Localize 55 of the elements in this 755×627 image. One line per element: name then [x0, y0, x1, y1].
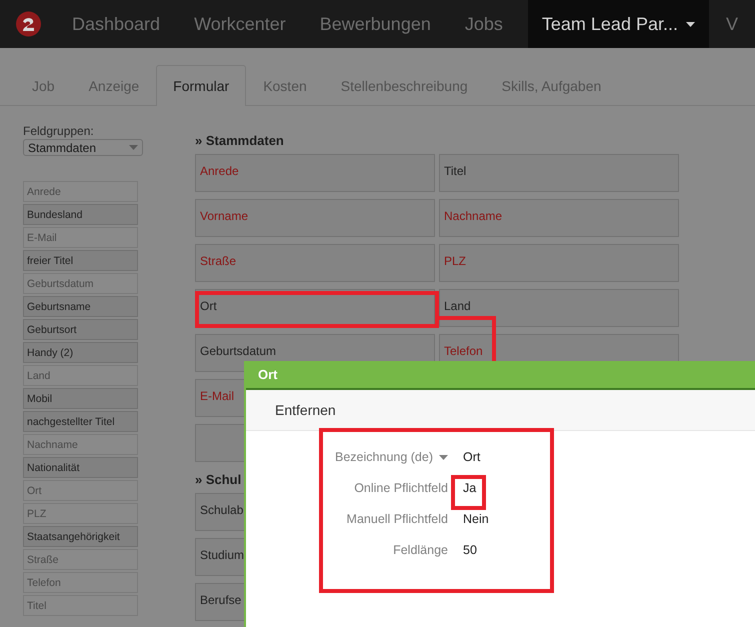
- field-chip[interactable]: Geburtsdatum: [23, 273, 138, 294]
- field-chip[interactable]: E-Mail: [23, 227, 138, 248]
- tab[interactable]: Skills, Aufgaben: [484, 65, 618, 105]
- form-field-slot[interactable]: PLZ: [439, 244, 679, 282]
- tab[interactable]: Kosten: [246, 65, 324, 105]
- caret-icon: [686, 22, 695, 26]
- field-chip[interactable]: Handy (2): [23, 342, 138, 363]
- field-chip[interactable]: Anrede: [23, 181, 138, 202]
- property-label: Online Pflichtfeld: [354, 481, 448, 495]
- tab[interactable]: Anzeige: [72, 65, 156, 105]
- field-groups-label: Feldgruppen:: [23, 124, 95, 138]
- form-field-slot[interactable]: Nachname: [439, 199, 679, 237]
- field-chip[interactable]: nachgestellter Titel: [23, 411, 138, 432]
- field-chip[interactable]: Geburtsname: [23, 296, 138, 317]
- dialog-title: Ort: [246, 361, 755, 390]
- field-group-dropdown[interactable]: Stammdaten: [23, 139, 143, 156]
- field-chip[interactable]: Geburtsort: [23, 319, 138, 340]
- nav-link[interactable]: V: [708, 0, 755, 48]
- caret-icon: [129, 145, 138, 150]
- form-field-slot[interactable]: Vorname: [195, 199, 435, 237]
- nav-link[interactable]: Workcenter: [177, 0, 303, 48]
- nav-link[interactable]: Dashboard: [55, 0, 178, 48]
- field-chip[interactable]: freier Titel: [23, 250, 138, 271]
- form-field-slot[interactable]: Anrede: [195, 154, 435, 192]
- field-chip[interactable]: Nachname: [23, 434, 138, 455]
- property-label: Feldlänge: [393, 543, 448, 557]
- caret-icon: [439, 454, 448, 460]
- property-value: Ja: [463, 481, 478, 495]
- field-chip[interactable]: PLZ: [23, 503, 138, 524]
- field-chip[interactable]: Telefon: [23, 572, 138, 593]
- property-label: Bezeichnung (de): [335, 450, 448, 464]
- tab[interactable]: Formular: [156, 65, 246, 106]
- field-chip[interactable]: Mobil: [23, 388, 138, 409]
- field-chip[interactable]: Staatsangehörigkeit: [23, 526, 138, 547]
- remove-button[interactable]: Entfernen: [275, 402, 336, 418]
- property-value: Nein: [463, 512, 490, 526]
- property-label: Manuell Pflichtfeld: [346, 512, 448, 526]
- tab[interactable]: Job: [15, 65, 72, 105]
- field-chip[interactable]: Ort: [23, 480, 138, 501]
- property-value: 50: [463, 543, 478, 557]
- form-field-slot[interactable]: Land: [439, 289, 679, 327]
- field-chip[interactable]: Straße: [23, 549, 138, 570]
- field-chip[interactable]: Bundesland: [23, 204, 138, 225]
- nav-link[interactable]: Bewerbungen: [302, 0, 448, 48]
- section-heading: » Stammdaten: [195, 133, 285, 148]
- tab[interactable]: Stellenbeschreibung: [324, 65, 485, 105]
- field-chip[interactable]: Land: [23, 365, 138, 386]
- property-value: Ort: [463, 450, 482, 464]
- form-field-slot[interactable]: Straße: [195, 244, 435, 282]
- form-field-slot[interactable]: Titel: [439, 154, 679, 192]
- field-chip[interactable]: Nationalität: [23, 457, 138, 478]
- nav-link[interactable]: Team Lead Par...: [528, 0, 709, 48]
- section-heading: » Schul: [195, 472, 242, 487]
- nav-link[interactable]: Jobs: [448, 0, 520, 48]
- field-chip[interactable]: Titel: [23, 595, 138, 616]
